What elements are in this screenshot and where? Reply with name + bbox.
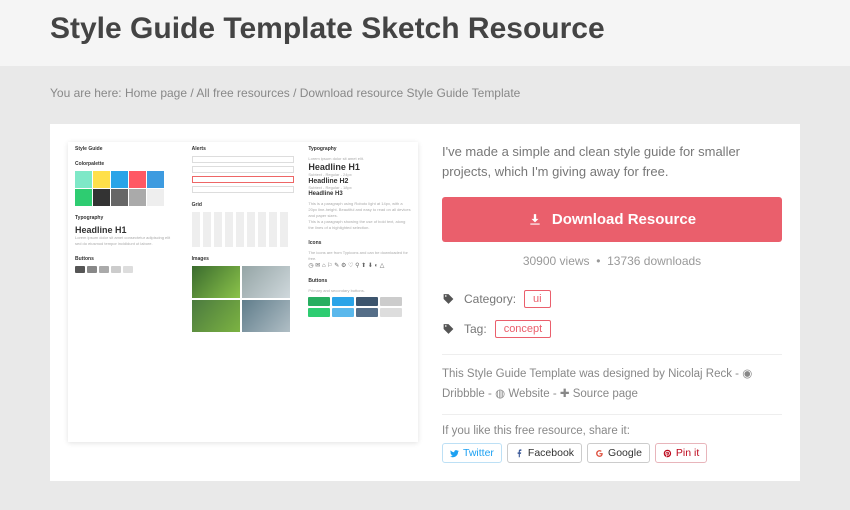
category-chip[interactable]: ui xyxy=(524,290,551,308)
twitter-icon xyxy=(450,449,459,458)
tag-chip[interactable]: concept xyxy=(495,320,552,338)
facebook-button[interactable]: Facebook xyxy=(507,443,582,463)
color-swatches xyxy=(75,171,170,206)
website-link[interactable]: Website xyxy=(508,388,549,400)
preview-images-label: Images xyxy=(192,256,295,262)
category-label: Category: xyxy=(464,292,516,306)
preview-buttons2-label: Buttons xyxy=(308,278,411,284)
dribbble-link[interactable]: Dribbble xyxy=(442,388,485,400)
download-icon xyxy=(528,213,542,227)
source-link[interactable]: Source page xyxy=(573,388,638,400)
globe-icon: ◍ xyxy=(495,388,505,400)
breadcrumb: You are here: Home page / All free resou… xyxy=(0,66,850,116)
resource-description: I've made a simple and clean style guide… xyxy=(442,142,782,181)
preview-title: Style Guide xyxy=(75,146,178,152)
preview-grid-label: Grid xyxy=(192,202,295,208)
preview-icons-label: Icons xyxy=(308,240,411,246)
preview-typo-label: Typography xyxy=(75,215,178,221)
google-icon xyxy=(595,449,604,458)
preview-colors-label: Colorpalette xyxy=(75,161,178,167)
credit-line: This Style Guide Template was designed b… xyxy=(442,354,782,404)
dribbble-icon: ◉ xyxy=(742,368,752,380)
tag-icon xyxy=(442,323,456,336)
preview-buttons-label: Buttons xyxy=(75,256,178,262)
stats: 30900 views • 13736 downloads xyxy=(442,254,782,268)
page-title: Style Guide Template Sketch Resource xyxy=(50,12,800,46)
pinterest-icon xyxy=(663,449,672,458)
twitter-button[interactable]: Twitter xyxy=(442,443,502,463)
resource-preview[interactable]: Style Guide Colorpalette Typography Head… xyxy=(68,142,418,442)
share-label: If you like this free resource, share it… xyxy=(442,414,782,437)
download-button[interactable]: Download Resource xyxy=(442,197,782,242)
tag-icon xyxy=(442,293,456,306)
preview-alerts-label: Alerts xyxy=(192,146,295,152)
preview-typography-label: Typography xyxy=(308,146,411,152)
breadcrumb-current: Download resource Style Guide Template xyxy=(300,86,521,100)
facebook-icon xyxy=(515,449,524,458)
breadcrumb-prefix: You are here: xyxy=(50,86,122,100)
breadcrumb-all[interactable]: All free resources xyxy=(196,86,289,100)
google-button[interactable]: Google xyxy=(587,443,650,463)
downloads-count: 13736 downloads xyxy=(607,254,701,268)
tag-label: Tag: xyxy=(464,322,487,336)
plus-icon: ✚ xyxy=(560,388,570,400)
pinterest-button[interactable]: Pin it xyxy=(655,443,707,463)
breadcrumb-home[interactable]: Home page xyxy=(125,86,187,100)
views-count: 30900 views xyxy=(523,254,590,268)
download-label: Download Resource xyxy=(552,211,696,228)
